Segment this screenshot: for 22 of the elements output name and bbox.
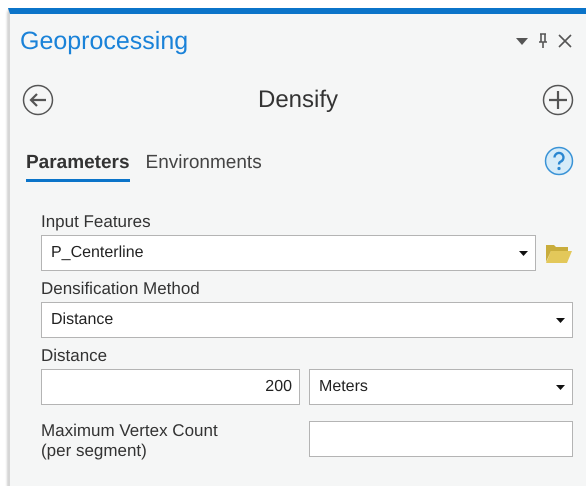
back-arrow-icon[interactable] — [22, 84, 54, 116]
dropdown-field[interactable]: P_Centerline — [41, 235, 536, 271]
dropdown-caret-icon — [556, 318, 565, 322]
close-icon[interactable] — [558, 34, 572, 48]
dropdown-caret-icon[interactable] — [516, 38, 528, 44]
help-icon[interactable] — [544, 146, 574, 176]
pin-icon[interactable] — [538, 33, 548, 49]
dropdown-caret-icon — [519, 250, 528, 256]
tab[interactable]: Parameters — [26, 152, 130, 182]
number-input-field[interactable] — [309, 421, 573, 457]
pane-title: Geoprocessing — [20, 26, 188, 56]
parameter-label: Densification Method — [41, 279, 200, 299]
tab[interactable]: Environments — [146, 152, 262, 182]
parameter-label: Maximum Vertex Count (per segment) — [41, 421, 219, 461]
dropdown-field[interactable]: Distance — [41, 302, 573, 338]
parameter-label: Input Features — [41, 212, 151, 232]
distance-input-field[interactable]: 200 — [41, 369, 300, 405]
add-icon[interactable] — [542, 84, 574, 116]
tool-title: Densify — [258, 86, 338, 114]
parameter-label: Distance — [41, 346, 108, 366]
dropdown-field[interactable]: Meters — [309, 369, 573, 405]
dropdown-caret-icon — [556, 384, 565, 390]
